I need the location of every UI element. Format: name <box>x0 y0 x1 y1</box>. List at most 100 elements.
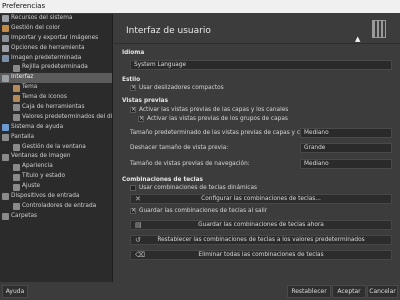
compact-sliders-checkbox[interactable]: × <box>130 85 136 91</box>
sidebar-item[interactable]: Valores predeterminados del diálogo <box>0 113 112 123</box>
sidebar-item-label: Rejilla predeterminada <box>22 64 88 71</box>
sidebar-item-icon <box>13 114 20 122</box>
reset-icon: ↺ <box>135 236 141 244</box>
sidebar-item-icon <box>2 55 9 62</box>
sidebar-item-icon <box>2 124 9 132</box>
sidebar-item-label: Apariencia <box>22 163 53 170</box>
sidebar-item-icon <box>13 203 20 211</box>
sidebar-item[interactable]: Rejilla predeterminada <box>0 63 112 73</box>
delete-shortcuts-label: Eliminar todas las combinaciones de tecl… <box>198 252 324 258</box>
sidebar-item-label: Recursos del sistema <box>11 15 73 21</box>
dialog-footer: Ayuda Restablecer Aceptar Cancelar <box>0 282 400 300</box>
sidebar-item-icon <box>13 173 20 181</box>
interface-icon <box>372 20 386 38</box>
sidebar-item-icon <box>2 45 9 53</box>
preview-size-label: Tamaño predeterminado de las vistas prev… <box>130 130 321 136</box>
save-on-exit-checkbox[interactable]: × <box>130 208 136 214</box>
configure-shortcuts-button[interactable]: ✕ Configurar las combinaciones de teclas… <box>130 194 392 204</box>
sidebar-item-label: Sistema de ayuda <box>11 123 64 130</box>
preview-size-select[interactable]: Mediano <box>300 128 392 138</box>
sidebar-item[interactable]: Opciones de herramienta <box>0 44 112 54</box>
clear-icon: ⌫ <box>135 251 145 259</box>
reset-shortcuts-label: Restablecer las combinaciones de teclas … <box>157 237 365 243</box>
reset-button[interactable]: Restablecer <box>287 285 331 298</box>
sidebar-item-icon <box>2 193 9 201</box>
sidebar-item[interactable]: Gestión del color <box>0 24 112 34</box>
save-shortcuts-label: Guardar las combinaciones de teclas ahor… <box>198 222 324 228</box>
sidebar-item-label: Imagen predeterminada <box>11 54 82 61</box>
reset-shortcuts-button[interactable]: ↺ Restablecer las combinaciones de tecla… <box>130 235 392 245</box>
compact-sliders-label: Usar deslizadores compactos <box>139 85 224 91</box>
sidebar-item[interactable]: Interfaz <box>0 73 112 84</box>
sidebar-item[interactable]: Carpetas <box>0 212 112 222</box>
sidebar-item-label: Ajuste <box>22 183 41 190</box>
sidebar-item-label: Controladores de entrada <box>22 202 97 209</box>
dynamic-shortcuts-checkbox[interactable] <box>130 185 136 191</box>
sidebar-item-label: Importar y exportar imágenes <box>11 34 99 41</box>
sidebar-item-icon <box>13 183 20 191</box>
sidebar-item-icon <box>13 104 20 112</box>
configure-shortcuts-label: Configurar las combinaciones de teclas..… <box>201 196 321 202</box>
delete-shortcuts-button[interactable]: ⌫ Eliminar todas las combinaciones de te… <box>130 250 392 260</box>
sidebar-item-icon <box>2 15 9 23</box>
help-button[interactable]: Ayuda <box>2 285 28 298</box>
window-title: Preferencias <box>0 0 400 13</box>
sidebar-item-label: Gestión de la ventana <box>22 143 86 150</box>
vistas-label: Vistas previas <box>122 98 169 104</box>
idioma-label: Idioma <box>122 50 145 56</box>
sidebar-item[interactable]: Recursos del sistema <box>0 14 112 24</box>
sidebar-item-icon <box>2 35 9 43</box>
sidebar-item[interactable]: Dispositivos de entrada <box>0 192 112 202</box>
save-on-exit-label: Guardar las combinaciones de teclas al s… <box>139 208 268 214</box>
sidebar-item-label: Opciones de herramienta <box>11 44 85 51</box>
sidebar-item-icon <box>2 153 9 161</box>
sidebar-item-icon <box>2 74 9 82</box>
teclas-label: Combinaciones de teclas <box>122 177 203 183</box>
sidebar-item-icon <box>2 134 9 142</box>
save-shortcuts-button[interactable]: ▤ Guardar las combinaciones de teclas ah… <box>130 220 392 230</box>
sidebar-item[interactable]: Tema <box>0 83 112 93</box>
sidebar-item-label: Valores predeterminados del diálogo <box>22 113 112 120</box>
main-panel: Interfaz de usuario ▲ Idioma System Lang… <box>114 14 400 282</box>
layer-previews-checkbox[interactable]: × <box>130 107 136 113</box>
sidebar-item-icon <box>2 213 9 221</box>
sidebar-item-label: Título y estado <box>22 173 66 180</box>
language-select[interactable]: System Language <box>130 60 392 70</box>
sidebar-item[interactable]: Ventanas de imagen <box>0 152 112 162</box>
nav-size-select[interactable]: Mediano <box>300 159 392 169</box>
wrench-icon: ✕ <box>135 195 141 203</box>
group-previews-checkbox[interactable]: × <box>138 116 144 122</box>
sidebar-item[interactable]: Gestión de la ventana <box>0 143 112 153</box>
sidebar-item-label: Ventanas de imagen <box>11 153 71 160</box>
group-previews-label: Activar las vistas previas de los grupos… <box>147 116 288 122</box>
sidebar-item[interactable]: Importar y exportar imágenes <box>0 34 112 44</box>
cancel-button[interactable]: Cancelar <box>367 285 398 298</box>
undo-size-select[interactable]: Grande <box>300 143 392 153</box>
sidebar-item-icon <box>13 84 20 92</box>
sidebar-item[interactable]: Título y estado <box>0 172 112 182</box>
page-title: Interfaz de usuario <box>126 26 211 36</box>
sidebar-item[interactable]: Controladores de entrada <box>0 202 112 212</box>
sidebar-item[interactable]: Ajuste <box>0 182 112 192</box>
ok-button[interactable]: Aceptar <box>332 285 366 298</box>
sidebar-item-label: Carpetas <box>11 212 38 219</box>
sidebar-item[interactable]: Pantalla <box>0 133 112 143</box>
nav-size-label: Tamaño de vistas previas de navegación: <box>130 161 250 167</box>
sidebar-item-label: Interfaz <box>11 74 34 81</box>
sidebar-item-label: Dispositivos de entrada <box>11 193 80 200</box>
estilo-label: Estilo <box>122 77 141 83</box>
sidebar-item-label: Tema de iconos <box>22 94 67 101</box>
sidebar-item[interactable]: Apariencia <box>0 162 112 172</box>
page-header: Interfaz de usuario ▲ <box>114 14 400 44</box>
sidebar-item[interactable]: Imagen predeterminada <box>0 54 112 64</box>
sidebar-item-label: Gestión del color <box>11 24 60 31</box>
undo-size-label: Deshacer tamaño de vista previa: <box>130 145 229 151</box>
sidebar-item[interactable]: Caja de herramientas <box>0 103 112 113</box>
sidebar-item-label: Tema <box>22 84 38 91</box>
sidebar-item[interactable]: Tema de iconos <box>0 93 112 103</box>
sidebar-item-icon <box>2 25 9 33</box>
sidebar-item[interactable]: Sistema de ayuda <box>0 123 112 133</box>
save-icon: ▤ <box>135 221 142 229</box>
dynamic-shortcuts-label: Usar combinaciones de teclas dinámicas <box>139 185 258 191</box>
sidebar-item-icon <box>13 144 20 152</box>
